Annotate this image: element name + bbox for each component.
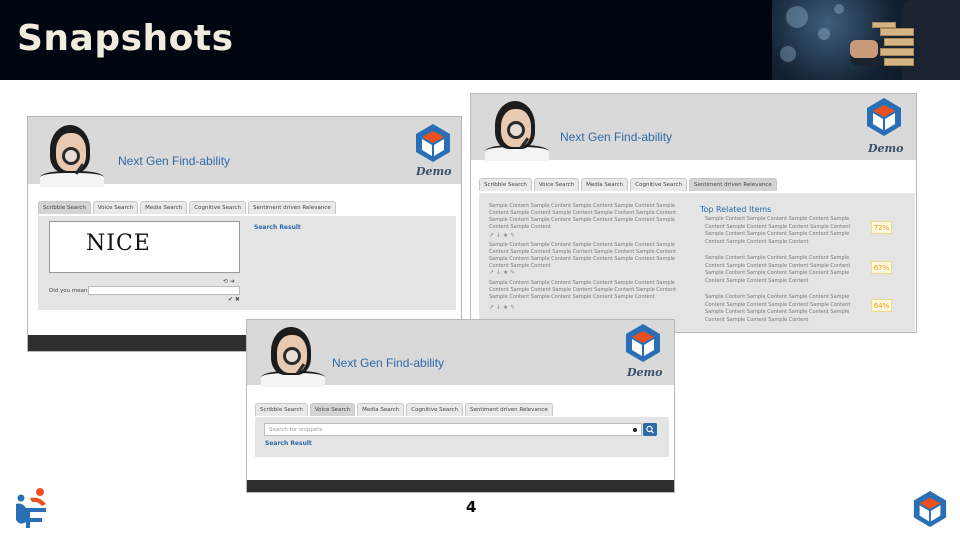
tab-voice-search[interactable]: Voice Search	[92, 201, 139, 214]
tab-media-search[interactable]: Media Search	[581, 178, 629, 191]
scribble-ink: NICE	[86, 231, 151, 256]
search-tabs: Scribble Search Voice Search Media Searc…	[479, 178, 779, 191]
related-item-2[interactable]: Sample Content Sample Content Sample Con…	[705, 255, 853, 285]
search-tabs: Scribble Search Voice Search Media Searc…	[255, 403, 555, 416]
result-item-2: Sample Content Sample Content Sample Con…	[489, 242, 677, 268]
slide-title: Snapshots	[17, 18, 234, 59]
scribble-search-window: Next Gen Find-ability Demo Scribble Sear…	[27, 116, 462, 352]
tab-scribble-search[interactable]: Scribble Search	[38, 201, 91, 214]
did-you-mean-label: Did you mean?	[49, 288, 91, 294]
mic-icon[interactable]	[633, 428, 637, 432]
top-related-title: Top Related Items	[700, 205, 772, 214]
sentiment-relevance-window: Next Gen Find-ability Demo Scribble Sear…	[470, 93, 917, 333]
result-actions-icon[interactable]: ↗ ↓ ★ ✎	[489, 304, 515, 311]
tab-sentiment-relevance[interactable]: Sentiment driven Relevance	[464, 403, 553, 416]
tab-sentiment-relevance[interactable]: Sentiment driven Relevance	[247, 201, 336, 214]
tab-media-search[interactable]: Media Search	[140, 201, 188, 214]
demo-label: Demo	[868, 142, 904, 155]
tab-scribble-search[interactable]: Scribble Search	[255, 403, 308, 416]
confirm-clear-icon[interactable]: ✔ ✖	[228, 296, 240, 303]
window-footer	[247, 480, 674, 492]
people-network-logo-icon	[16, 488, 46, 528]
search-tabs: Scribble Search Voice Search Media Searc…	[38, 201, 338, 214]
did-you-mean-input[interactable]	[88, 286, 240, 295]
search-icon[interactable]	[643, 423, 657, 436]
brand-title: Next Gen Find-ability	[118, 154, 231, 168]
related-percent-badge: 72%	[871, 221, 892, 234]
cube-hexagon-logo-icon	[626, 324, 660, 362]
related-item-3[interactable]: Sample Content Sample Content Sample Con…	[705, 294, 853, 324]
demo-label: Demo	[416, 165, 452, 178]
related-item-1[interactable]: Sample Content Sample Content Sample Con…	[705, 216, 853, 246]
header-photo	[772, 0, 960, 80]
tab-voice-search[interactable]: Voice Search	[533, 178, 580, 191]
voice-search-window: Next Gen Find-ability Demo Scribble Sear…	[246, 319, 675, 493]
tab-voice-search[interactable]: Voice Search	[309, 403, 356, 416]
tab-scribble-search[interactable]: Scribble Search	[479, 178, 532, 191]
voice-search-input[interactable]: Search for snippets	[264, 423, 642, 436]
result-actions-icon[interactable]: ↗ ↓ ★ ✎	[489, 232, 515, 239]
tab-sentiment-relevance[interactable]: Sentiment driven Relevance	[688, 178, 777, 191]
cube-hexagon-logo-icon	[867, 98, 901, 136]
undo-redo-icon[interactable]: ⟲ ➜	[223, 278, 235, 285]
page-number: 4	[466, 498, 477, 516]
related-percent-badge: 67%	[871, 261, 892, 274]
brand-title: Next Gen Find-ability	[332, 356, 445, 370]
search-result-label: Search Result	[254, 224, 301, 231]
search-result-label: Search Result	[265, 440, 312, 447]
tab-cognitive-search[interactable]: Cognitive Search	[406, 403, 463, 416]
related-percent-badge: 64%	[871, 299, 892, 312]
demo-label: Demo	[627, 366, 663, 379]
tab-cognitive-search[interactable]: Cognitive Search	[189, 201, 246, 214]
tab-media-search[interactable]: Media Search	[357, 403, 405, 416]
result-item-3: Sample Content Sample Content Sample Con…	[489, 280, 677, 300]
cube-hexagon-logo-icon	[913, 491, 947, 527]
search-placeholder: Search for snippets	[269, 427, 323, 433]
tab-cognitive-search[interactable]: Cognitive Search	[630, 178, 687, 191]
result-actions-icon[interactable]: ↗ ↓ ★ ✎	[489, 269, 515, 276]
brand-title: Next Gen Find-ability	[560, 130, 673, 144]
cube-hexagon-logo-icon	[416, 124, 450, 162]
result-item-1: Sample Content Sample Content Sample Con…	[489, 203, 677, 229]
